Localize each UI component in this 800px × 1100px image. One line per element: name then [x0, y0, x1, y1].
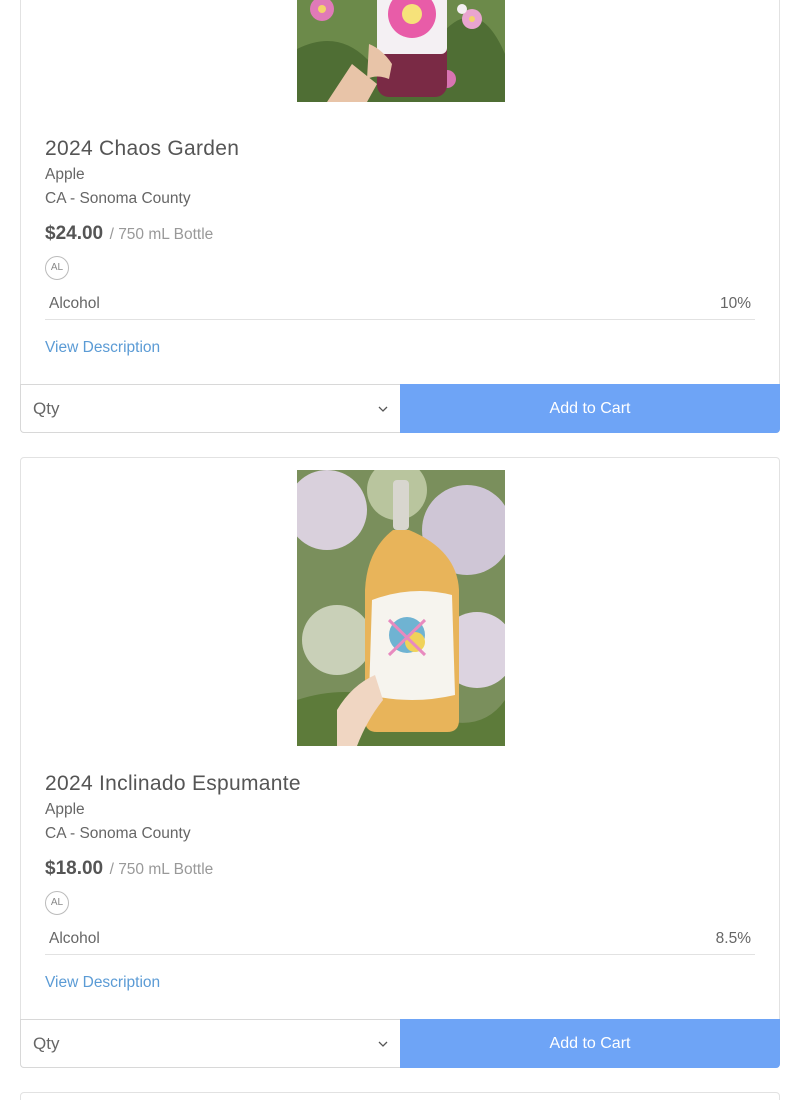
product-unit: / 750 mL Bottle [109, 861, 214, 878]
chevron-down-icon [378, 1041, 388, 1047]
chevron-down-icon [378, 406, 388, 412]
product-price: $24.00 [45, 223, 104, 244]
view-description-link[interactable]: View Description [45, 970, 755, 996]
spec-label: Alcohol [49, 295, 100, 312]
cart-action-bar: Qty Add to Cart [20, 384, 780, 433]
product-card [20, 1092, 780, 1100]
product-card: 2024 Chaos Garden Apple CA - Sonoma Coun… [20, 0, 780, 433]
product-unit: / 750 mL Bottle [109, 226, 214, 243]
qty-label: Qty [33, 1033, 60, 1053]
qty-select[interactable]: Qty [20, 384, 400, 433]
product-info: 2024 Inclinado Espumante Apple CA - Sono… [45, 770, 755, 996]
spec-value: 10% [719, 295, 751, 312]
product-photo[interactable] [297, 470, 505, 746]
qty-select[interactable]: Qty [20, 1019, 400, 1068]
view-description-link[interactable]: View Description [45, 335, 755, 361]
product-photo[interactable] [297, 0, 505, 102]
spec-row-alcohol: Alcohol 8.5% [45, 926, 755, 955]
product-name[interactable]: 2024 Chaos Garden [45, 135, 755, 163]
product-region: CA - Sonoma County [45, 190, 191, 207]
product-variety: Apple [45, 166, 85, 183]
product-region: CA - Sonoma County [45, 825, 191, 842]
qty-label: Qty [33, 398, 60, 418]
product-price: $18.00 [45, 858, 104, 879]
cart-action-bar: Qty Add to Cart [20, 1019, 780, 1068]
alcohol-badge: AL [45, 891, 69, 915]
alcohol-badge: AL [45, 256, 69, 280]
spec-row-alcohol: Alcohol 10% [45, 291, 755, 320]
price-row: $24.00 / 750 mL Bottle [45, 221, 755, 247]
spec-label: Alcohol [49, 930, 100, 947]
add-to-cart-button[interactable]: Add to Cart [400, 1019, 780, 1068]
product-card: 2024 Inclinado Espumante Apple CA - Sono… [20, 457, 780, 1068]
price-row: $18.00 / 750 mL Bottle [45, 856, 755, 882]
product-name[interactable]: 2024 Inclinado Espumante [45, 770, 755, 798]
spec-value: 8.5% [715, 930, 751, 947]
product-info: 2024 Chaos Garden Apple CA - Sonoma Coun… [45, 135, 755, 361]
add-to-cart-button[interactable]: Add to Cart [400, 384, 780, 433]
product-variety: Apple [45, 801, 85, 818]
